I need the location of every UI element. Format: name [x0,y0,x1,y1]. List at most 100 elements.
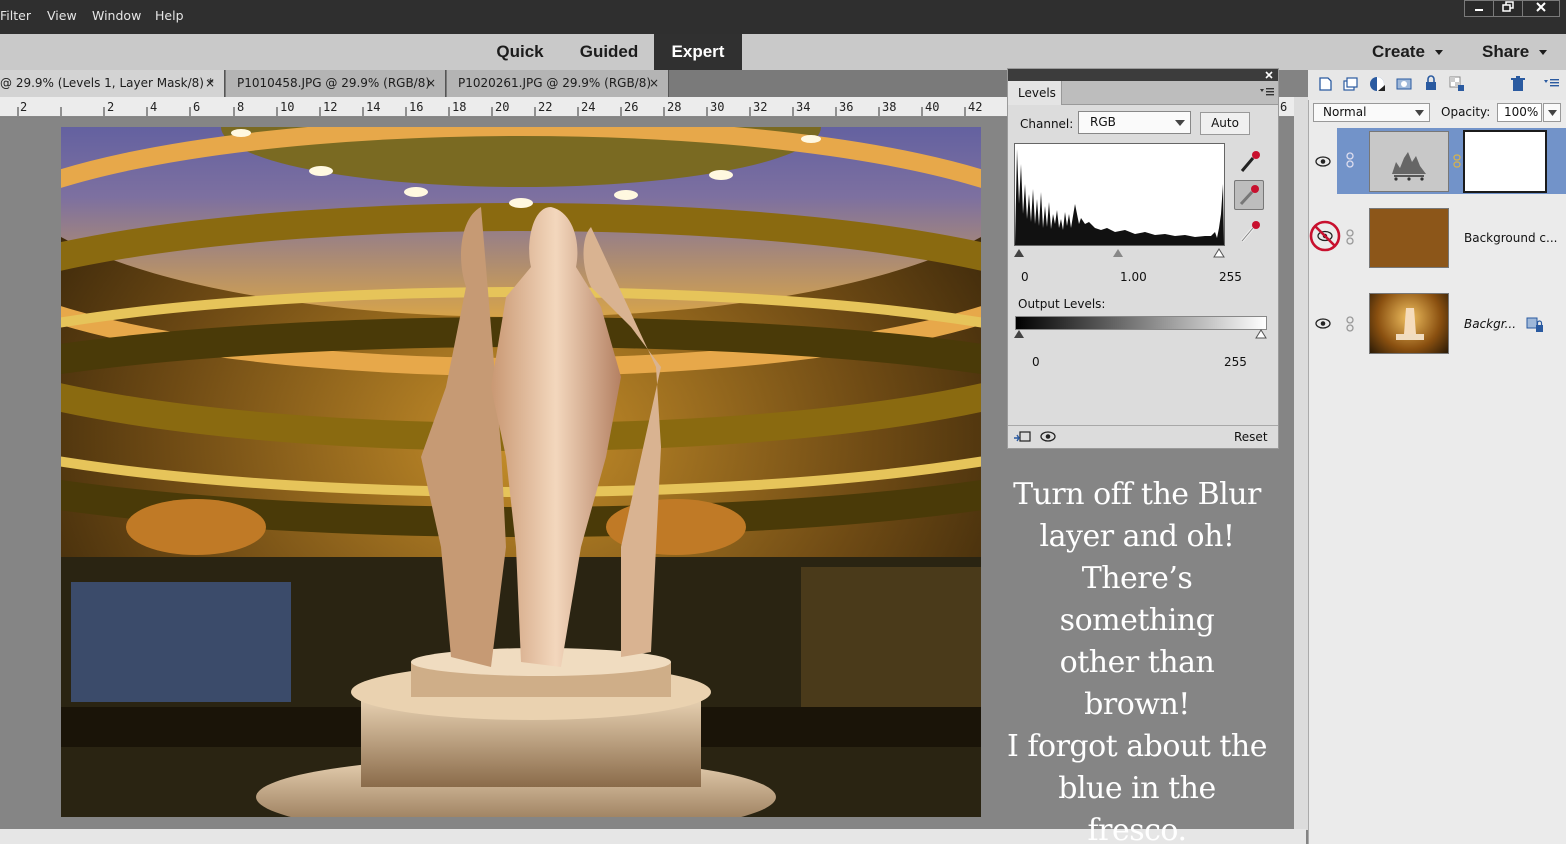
opacity-dropdown[interactable] [1543,103,1561,122]
output-black-value[interactable]: 0 [1032,355,1040,369]
visibility-eye-icon[interactable] [1315,156,1331,167]
layer-row-background-color[interactable]: Background c... [1309,199,1566,279]
mode-guided[interactable]: Guided [570,34,648,70]
menu-filter[interactable]: Filter [0,8,31,23]
menu-view[interactable]: View [47,8,77,23]
auto-button[interactable]: Auto [1200,112,1250,135]
caption-line: There’s something [1059,561,1215,638]
levels-tab-row: Levels [1008,81,1278,105]
caption-line: blue in the fresco. [1058,771,1216,844]
doc-tab-p1020261[interactable]: P1020261.JPG @ 29.9% (RGB/8) × [447,70,669,97]
caption-line: other than brown! [1059,645,1215,722]
layers-toolbar [1308,70,1566,100]
locked-layer-icon[interactable] [1526,317,1544,333]
blend-mode-value: Normal [1323,105,1367,119]
restore-button[interactable] [1493,0,1523,17]
chevron-down-icon [1415,110,1424,116]
lock-transparency-icon[interactable] [1449,76,1465,92]
chevron-down-icon [1548,110,1557,116]
white-eyedropper-icon[interactable] [1235,216,1265,246]
tab-levels[interactable]: Levels [1008,81,1062,105]
layer-mask-thumbnail[interactable] [1463,130,1547,193]
layer-mask-icon[interactable] [1396,76,1412,92]
statue-photo[interactable] [61,127,981,817]
create-label: Create [1372,42,1425,61]
histogram-graph [1015,149,1224,245]
input-white-value[interactable]: 255 [1219,270,1242,284]
hidden-visibility-icon[interactable] [1309,220,1341,252]
new-layer-icon[interactable] [1317,76,1333,92]
caption-line: I forgot about the [1007,729,1267,764]
channel-value: RGB [1090,115,1116,129]
create-menu[interactable]: Create [1372,34,1462,70]
layer-name: Background c... [1464,231,1558,245]
levels-divider [1008,425,1278,426]
doc-tab-label: P1020261.JPG @ 29.9% (RGB/8) [458,76,652,90]
lock-icon[interactable] [1424,75,1438,91]
doc-tab-active[interactable]: @ 29.9% (Levels 1, Layer Mask/8) * × [0,70,225,97]
trash-icon[interactable] [1510,76,1526,92]
share-menu[interactable]: Share [1482,34,1562,70]
layer-name: Backgr... [1464,317,1517,331]
input-black-value[interactable]: 0 [1021,270,1029,284]
background-thumbnail [1369,293,1449,354]
mode-quick[interactable]: Quick [484,34,556,70]
vertical-scrollbar[interactable] [1294,97,1308,830]
input-sliders[interactable] [1012,247,1228,259]
panel-menu-icon[interactable] [1544,78,1560,88]
histogram [1014,143,1225,246]
levels-titlebar[interactable] [1008,69,1278,81]
close-icon[interactable]: × [649,70,659,96]
link-icon[interactable] [1345,152,1355,168]
channel-label: Channel: [1020,117,1074,131]
black-eyedropper-icon[interactable] [1235,146,1265,176]
link-icon[interactable] [1345,316,1355,332]
link-icon[interactable] [1345,229,1355,245]
new-group-icon[interactable] [1342,76,1358,92]
menu-window[interactable]: Window [92,8,141,23]
opacity-input[interactable]: 100% [1497,103,1542,122]
close-window-button[interactable] [1522,0,1560,17]
close-icon[interactable]: × [426,70,436,96]
output-white-value[interactable]: 255 [1224,355,1247,369]
input-gamma-slider[interactable] [1113,249,1123,257]
chevron-down-icon [1539,50,1548,56]
document-tab-bar: @ 29.9% (Levels 1, Layer Mask/8) * × P10… [0,70,1008,97]
output-white-slider[interactable] [1255,329,1267,339]
input-black-slider[interactable] [1014,249,1024,257]
mask-link-icon[interactable] [1453,154,1461,168]
visibility-eye-icon[interactable] [1040,431,1056,442]
close-icon[interactable] [1264,70,1274,80]
reset-button[interactable]: Reset [1234,430,1268,444]
adjustment-layer-icon[interactable] [1368,75,1386,93]
output-levels-label: Output Levels: [1018,297,1106,311]
blend-mode-select[interactable]: Normal [1313,103,1430,122]
channel-select[interactable]: RGB [1078,111,1191,134]
clip-to-layer-icon[interactable] [1013,430,1031,444]
output-black-slider[interactable] [1014,330,1024,338]
caption-line: Turn off the Blur [1013,477,1261,512]
close-icon[interactable]: × [205,70,215,96]
mode-expert[interactable]: Expert [654,34,742,70]
gray-eyedropper-icon[interactable] [1234,180,1264,210]
input-gamma-value[interactable]: 1.00 [1120,270,1147,284]
layer-row-background[interactable]: Backgr... [1309,286,1566,366]
input-white-slider[interactable] [1213,248,1225,258]
doc-tab-p1010458[interactable]: P1010458.JPG @ 29.9% (RGB/8) × [226,70,446,97]
caption-line: layer and oh! [1039,519,1235,554]
doc-tab-label: @ 29.9% (Levels 1, Layer Mask/8) * [0,76,214,90]
share-label: Share [1482,42,1530,61]
layer-row-levels[interactable] [1309,128,1566,194]
chevron-down-icon [1434,50,1443,56]
minimize-button[interactable] [1464,0,1494,17]
panel-menu-icon[interactable] [1260,87,1274,97]
levels-adjustment-thumbnail [1369,131,1449,192]
fill-layer-thumbnail [1369,208,1449,268]
menu-help[interactable]: Help [155,8,184,23]
visibility-eye-icon[interactable] [1315,318,1331,329]
doc-tab-label: P1010458.JPG @ 29.9% (RGB/8) [237,76,431,90]
output-sliders[interactable] [1012,328,1272,340]
chevron-down-icon [1175,120,1185,126]
annotation-caption: Turn off the Blur layer and oh! There’s … [1006,474,1268,844]
mode-bar: Quick Guided Expert Create Share [0,34,1566,70]
